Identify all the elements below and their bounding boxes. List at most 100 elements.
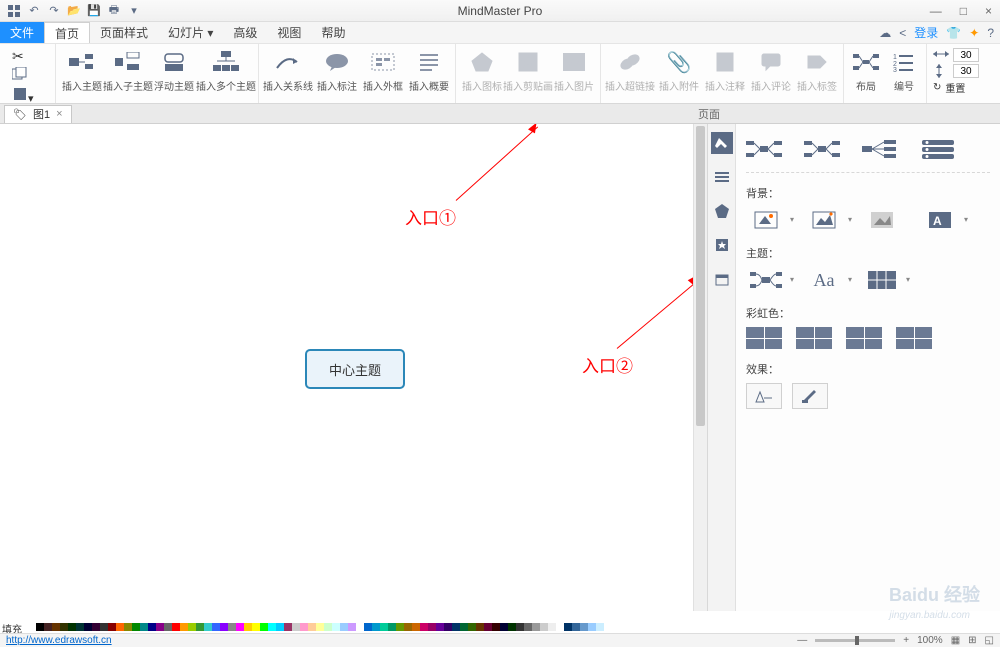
color-swatch[interactable]: [100, 623, 108, 631]
color-swatch[interactable]: [124, 623, 132, 631]
color-swatch[interactable]: [572, 623, 580, 631]
sidetab-list[interactable]: [711, 166, 733, 188]
color-swatch[interactable]: [308, 623, 316, 631]
color-swatch[interactable]: [196, 623, 204, 631]
zoom-level[interactable]: 100%: [917, 635, 943, 646]
qat-more-icon[interactable]: ▾: [126, 3, 142, 19]
menu-help[interactable]: 帮助: [311, 22, 355, 43]
color-swatch[interactable]: [188, 623, 196, 631]
close-button[interactable]: ×: [981, 4, 996, 18]
sidetab-icon[interactable]: [711, 200, 733, 222]
reset-button[interactable]: ↻重置: [933, 80, 979, 95]
status-url[interactable]: http://www.edrawsoft.cn: [6, 635, 112, 646]
insert-subtopic-button[interactable]: 插入子主题: [106, 44, 150, 103]
theme-layout-button[interactable]: ▾: [746, 267, 786, 293]
effect-brush-button[interactable]: [792, 383, 828, 409]
color-swatch[interactable]: [548, 623, 556, 631]
zoom-slider[interactable]: [815, 639, 895, 642]
menu-page-style[interactable]: 页面样式: [90, 22, 158, 43]
color-swatch[interactable]: [292, 623, 300, 631]
insert-icon-button[interactable]: 插入图标: [460, 44, 504, 103]
color-swatch[interactable]: [388, 623, 396, 631]
color-swatch[interactable]: [508, 623, 516, 631]
view-icon-1[interactable]: ▦: [951, 635, 960, 646]
sidetab-clipart[interactable]: [711, 234, 733, 256]
color-swatch[interactable]: [500, 623, 508, 631]
color-swatch[interactable]: [596, 623, 604, 631]
insert-multiple-button[interactable]: 插入多个主题: [198, 44, 254, 103]
zoom-plus[interactable]: +: [903, 635, 909, 646]
copy-icon[interactable]: [12, 67, 34, 84]
color-swatch[interactable]: [116, 623, 124, 631]
color-swatch[interactable]: [588, 623, 596, 631]
bg-image-button[interactable]: ▾: [804, 207, 844, 233]
paste-icon[interactable]: ▾: [12, 86, 34, 105]
share-icon[interactable]: <: [899, 26, 906, 40]
color-swatch[interactable]: [284, 623, 292, 631]
color-swatch[interactable]: [244, 623, 252, 631]
color-swatch[interactable]: [516, 623, 524, 631]
color-swatch[interactable]: [276, 623, 284, 631]
color-swatch[interactable]: [484, 623, 492, 631]
color-swatch[interactable]: [436, 623, 444, 631]
menu-file[interactable]: 文件: [0, 22, 44, 43]
color-swatch[interactable]: [180, 623, 188, 631]
color-swatch[interactable]: [380, 623, 388, 631]
cut-icon[interactable]: ✂: [12, 48, 34, 65]
vspace-input[interactable]: [953, 64, 979, 78]
color-swatch[interactable]: [372, 623, 380, 631]
insert-boundary-button[interactable]: 插入外框: [361, 44, 405, 103]
theme-font-button[interactable]: Aa▾: [804, 267, 844, 293]
color-swatch[interactable]: [492, 623, 500, 631]
bg-color-button[interactable]: ▾: [746, 207, 786, 233]
color-swatch[interactable]: [220, 623, 228, 631]
color-swatch[interactable]: [44, 623, 52, 631]
color-swatch[interactable]: [84, 623, 92, 631]
menu-home[interactable]: 首页: [44, 22, 90, 43]
color-swatch[interactable]: [580, 623, 588, 631]
vertical-scrollbar[interactable]: [693, 124, 707, 611]
insert-image-button[interactable]: 插入图片: [552, 44, 596, 103]
view-icon-3[interactable]: ◱: [985, 635, 994, 646]
color-swatch[interactable]: [268, 623, 276, 631]
color-swatch[interactable]: [60, 623, 68, 631]
bg-watermark-button[interactable]: A▾: [920, 207, 960, 233]
zoom-minus[interactable]: —: [797, 635, 807, 646]
color-swatch[interactable]: [156, 623, 164, 631]
menu-view[interactable]: 视图: [267, 22, 311, 43]
floating-topic-button[interactable]: 浮动主题: [152, 44, 196, 103]
insert-attachment-button[interactable]: 📎插入附件: [657, 44, 701, 103]
color-swatch[interactable]: [252, 623, 260, 631]
qat-redo-icon[interactable]: ↷: [46, 3, 62, 19]
color-swatch[interactable]: [348, 623, 356, 631]
color-swatch[interactable]: [324, 623, 332, 631]
color-swatch[interactable]: [532, 623, 540, 631]
color-swatch[interactable]: [76, 623, 84, 631]
color-swatch[interactable]: [468, 623, 476, 631]
insert-clipart-button[interactable]: 插入剪贴画: [506, 44, 550, 103]
color-swatch[interactable]: [236, 623, 244, 631]
layout-opt-1[interactable]: [746, 138, 782, 160]
layout-opt-2[interactable]: [804, 138, 840, 160]
center-topic-node[interactable]: 中心主题: [305, 349, 405, 389]
number-button[interactable]: 123编号: [886, 44, 922, 103]
color-swatch[interactable]: [172, 623, 180, 631]
color-swatch[interactable]: [444, 623, 452, 631]
scroll-thumb[interactable]: [696, 126, 705, 426]
theme-color-button[interactable]: ▾: [862, 267, 902, 293]
color-swatch[interactable]: [148, 623, 156, 631]
color-swatch[interactable]: [556, 623, 564, 631]
login-link[interactable]: 登录: [914, 24, 938, 41]
color-swatch[interactable]: [228, 623, 236, 631]
color-swatch[interactable]: [396, 623, 404, 631]
layout-button[interactable]: 布局: [848, 44, 884, 103]
sidetab-brush[interactable]: [711, 132, 733, 154]
help-icon[interactable]: ?: [987, 26, 994, 40]
color-swatch[interactable]: [340, 623, 348, 631]
color-swatch[interactable]: [420, 623, 428, 631]
insert-callout-button[interactable]: 插入标注: [315, 44, 359, 103]
rainbow-1[interactable]: [746, 327, 782, 349]
color-swatch[interactable]: [356, 623, 364, 631]
color-swatch[interactable]: [92, 623, 100, 631]
color-swatch[interactable]: [260, 623, 268, 631]
